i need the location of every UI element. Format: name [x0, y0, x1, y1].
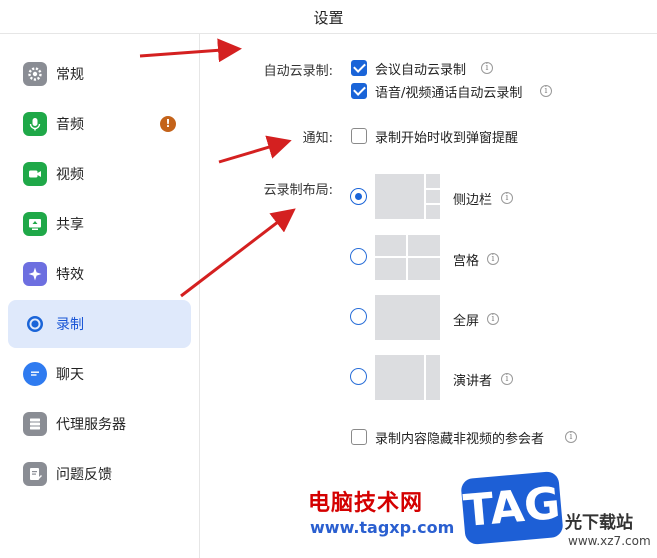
sidebar-item-label: 常规 [56, 67, 84, 83]
sidebar-item-audio[interactable]: 音频 ! [8, 100, 191, 148]
option-label: 录制开始时收到弹窗提醒 [375, 131, 519, 146]
sidebar-item-chat[interactable]: 聊天 [8, 350, 191, 398]
sidebar-item-feedback[interactable]: 问题反馈 [8, 450, 191, 498]
watermark-tag-logo: TAG [460, 470, 564, 546]
sidebar-item-proxy[interactable]: 代理服务器 [8, 400, 191, 448]
layout-fullscreen-radio[interactable] [350, 308, 367, 325]
info-icon[interactable]: i [501, 192, 513, 204]
sidebar-item-label: 共享 [56, 217, 84, 233]
layout-speaker-radio[interactable] [350, 368, 367, 385]
watermark-xz-url: www.xz7.com [568, 534, 651, 548]
video-camera-icon [23, 162, 47, 186]
watermark-xz-text: 光下载站 [565, 513, 633, 533]
feedback-icon [23, 462, 47, 486]
speaker-layout-thumbnail[interactable] [375, 355, 440, 400]
layout-option-label: 侧边栏 [453, 193, 493, 208]
record-start-popup-checkbox[interactable] [351, 128, 367, 144]
sidebar-layout-thumbnail[interactable] [375, 174, 440, 219]
layout-grid-radio[interactable] [350, 248, 367, 265]
info-icon[interactable]: i [540, 85, 552, 97]
microphone-icon [23, 112, 47, 136]
notify-label: 通知: [302, 131, 333, 146]
layout-option-label: 全屏 [453, 314, 480, 329]
sidebar-item-label: 问题反馈 [56, 467, 112, 483]
meeting-auto-cloud-record-checkbox[interactable] [351, 60, 367, 76]
sidebar-item-label: 特效 [56, 267, 84, 283]
hide-non-video-checkbox[interactable] [351, 429, 367, 445]
sidebar-item-effects[interactable]: 特效 [8, 250, 191, 298]
grid-layout-thumbnail[interactable] [375, 235, 440, 280]
sidebar-item-share[interactable]: 共享 [8, 200, 191, 248]
layout-sidebar-radio[interactable] [350, 188, 367, 205]
layout-option-label: 演讲者 [453, 374, 493, 389]
chat-bubble-icon [23, 362, 47, 386]
settings-sidebar: 常规 音频 ! 视频 共享 特效 录制 聊天 代理服务器 问题反馈 [0, 34, 200, 558]
sidebar-item-video[interactable]: 视频 [8, 150, 191, 198]
info-icon[interactable]: i [501, 373, 513, 385]
sidebar-item-label: 音频 [56, 117, 84, 133]
info-icon[interactable]: i [481, 62, 493, 74]
call-auto-cloud-record-checkbox[interactable] [351, 83, 367, 99]
sparkle-icon [23, 262, 47, 286]
warning-badge: ! [160, 116, 176, 132]
fullscreen-layout-thumbnail[interactable] [375, 295, 440, 340]
info-icon[interactable]: i [487, 313, 499, 325]
sidebar-item-label: 代理服务器 [56, 417, 126, 433]
info-icon[interactable]: i [487, 253, 499, 265]
sidebar-item-recording[interactable]: 录制 [8, 300, 191, 348]
cloud-record-layout-label: 云录制布局: [263, 183, 333, 198]
option-label: 语音/视频通话自动云录制 [375, 86, 523, 101]
watermark-url: www.tagxp.com [310, 518, 455, 537]
info-icon[interactable]: i [565, 431, 577, 443]
option-label: 会议自动云录制 [375, 63, 467, 78]
gear-icon [23, 62, 47, 86]
window-title: 设置 [313, 9, 344, 27]
option-label: 录制内容隐藏非视频的参会者 [375, 432, 545, 447]
sidebar-item-label: 录制 [56, 317, 84, 333]
sidebar-item-label: 聊天 [56, 367, 84, 383]
screen-share-icon [23, 212, 47, 236]
sidebar-item-general[interactable]: 常规 [8, 50, 191, 98]
layout-option-label: 宫格 [453, 254, 480, 269]
record-icon [23, 312, 47, 336]
auto-cloud-record-label: 自动云录制: [263, 64, 333, 79]
sidebar-item-label: 视频 [56, 167, 84, 183]
title-bar: 设置 [0, 0, 657, 34]
recording-settings-panel: 自动云录制: 会议自动云录制 i 语音/视频通话自动云录制 i 通知: 录制开始… [201, 34, 657, 558]
server-icon [23, 412, 47, 436]
watermark-cn-text: 电脑技术网 [308, 491, 424, 516]
